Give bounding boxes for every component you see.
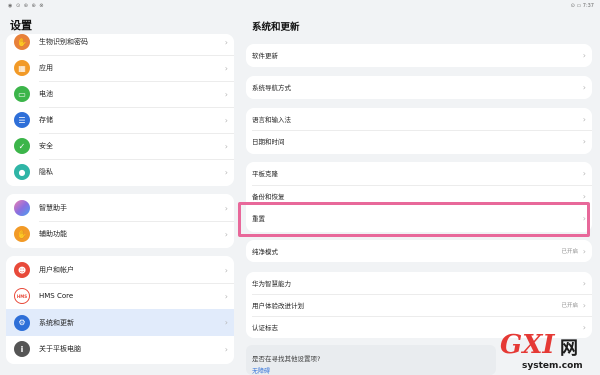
item-label: 华为智慧能力 [252, 280, 291, 288]
item-label: 语言和输入法 [252, 116, 291, 124]
language-input-item[interactable]: 语言和输入法 › [246, 109, 592, 129]
sidebar-item-label: 安全 [39, 142, 53, 151]
item-label: 备份和恢复 [252, 193, 285, 201]
sidebar-item-label: 存储 [39, 116, 53, 125]
chevron-right-icon: › [582, 82, 586, 92]
assistant-icon [14, 200, 30, 217]
status-text: 已开启 [561, 303, 578, 309]
sidebar-item-assistant[interactable]: 智慧助手 › [6, 195, 234, 222]
sidebar-item-system-update[interactable]: ⚙ 系统和更新 › [6, 309, 234, 336]
looking-for-more-card: 是否在寻找其他设置项? 无障碍 [246, 345, 496, 375]
sidebar-item-users[interactable]: ☻ 用户和帐户 › [6, 257, 234, 284]
chevron-right-icon: › [224, 167, 228, 177]
item-label: 系统导航方式 [252, 84, 291, 92]
item-label: 认证标志 [252, 324, 278, 332]
chevron-right-icon: › [582, 168, 586, 178]
battery-icon: ▭ [14, 86, 30, 103]
sidebar-item-accessibility[interactable]: ✋ 辅助功能 › [6, 221, 234, 248]
chevron-right-icon: › [582, 278, 586, 288]
system-navigation-item[interactable]: 系统导航方式 › [246, 77, 592, 97]
sidebar-item-battery[interactable]: ▭ 电池 › [6, 81, 234, 108]
date-time-item[interactable]: 日期和时间 › [246, 131, 592, 151]
storage-icon: ☰ [14, 112, 30, 129]
chevron-right-icon: › [224, 344, 228, 354]
sidebar-item-apps[interactable]: ▦ 应用 › [6, 55, 234, 82]
sidebar-item-security[interactable]: ✓ 安全 › [6, 133, 234, 160]
apps-icon: ▦ [14, 60, 30, 77]
chevron-right-icon: › [224, 318, 228, 327]
sidebar-item-label: 关于平板电脑 [39, 345, 81, 354]
item-label: 用户体验改进计划 [252, 302, 304, 310]
settings-title: 设置 [10, 19, 32, 32]
sidebar-item-privacy[interactable]: ● 隐私 › [6, 159, 234, 186]
sidebar-item-about[interactable]: i 关于平板电脑 › [6, 336, 234, 363]
sidebar-item-label: 辅助功能 [39, 230, 67, 239]
watermark-domain: system.com [522, 361, 583, 371]
chevron-right-icon: › [224, 89, 228, 99]
status-icons: ◉ ⊙ ⊛ ⊕ ⊗ [8, 3, 45, 9]
sidebar-item-storage[interactable]: ☰ 存储 › [6, 107, 234, 134]
accessibility-link[interactable]: 无障碍 [252, 366, 270, 375]
reset-highlight [238, 202, 590, 237]
right-group-6: 华为智慧能力 › 用户体验改进计划 已开启 › 认证标志 › [246, 272, 592, 338]
item-label: 软件更新 [252, 52, 278, 60]
sidebar-item-label: HMS Core [39, 292, 74, 301]
software-update-item[interactable]: 软件更新 › [246, 45, 592, 65]
gear-icon: ⚙ [14, 314, 30, 331]
chevron-right-icon: › [224, 229, 228, 239]
info-icon: i [14, 341, 30, 358]
chevron-right-icon: › [224, 291, 228, 301]
left-group-2: 智慧助手 › ✋ 辅助功能 › [6, 194, 234, 248]
watermark-char: 网 [560, 338, 578, 359]
sidebar-item-label: 生物识别和密码 [39, 38, 88, 47]
status-bar: ◉ ⊙ ⊛ ⊕ ⊗ ⊙ ▭ 7:37 [0, 0, 600, 12]
sidebar-item-label: 隐私 [39, 168, 53, 177]
right-group-3: 语言和输入法 › 日期和时间 › [246, 108, 592, 154]
item-label: 日期和时间 [252, 138, 285, 146]
chevron-right-icon: › [582, 191, 586, 201]
sidebar-item-label: 系统和更新 [39, 318, 74, 327]
left-group-1: ✋ 生物识别和密码 › ▦ 应用 › ▭ 电池 › ☰ 存储 › ✓ 安全 › … [6, 34, 234, 186]
chevron-right-icon: › [224, 141, 228, 151]
privacy-icon: ● [14, 164, 30, 181]
chevron-right-icon: › [224, 115, 228, 125]
item-label: 纯净模式 [252, 248, 278, 256]
right-group-2: 系统导航方式 › [246, 76, 592, 99]
sidebar-item-label: 电池 [39, 90, 53, 99]
chevron-right-icon: › [224, 63, 228, 73]
fingerprint-icon: ✋ [14, 34, 30, 51]
chevron-right-icon: › [582, 300, 586, 310]
status-clock: ⊙ ▭ 7:37 [570, 3, 594, 9]
accessibility-icon: ✋ [14, 226, 30, 243]
right-group-5: 纯净模式 已开启 › [246, 240, 592, 262]
pure-mode-item[interactable]: 纯净模式 已开启 › [246, 241, 592, 261]
site-watermark: GXI 网 system.com [498, 330, 600, 375]
watermark-logo: GXI [500, 330, 555, 360]
left-group-3: ☻ 用户和帐户 › HMS HMS Core › ⚙ 系统和更新 › i 关于平… [6, 256, 234, 364]
sidebar-item-hms-core[interactable]: HMS HMS Core › [6, 283, 234, 310]
sidebar-item-label: 智慧助手 [39, 204, 67, 213]
looking-for-more-question: 是否在寻找其他设置项? [252, 355, 321, 363]
user-icon: ☻ [14, 262, 30, 279]
chevron-right-icon: › [582, 50, 586, 60]
sidebar-item-label: 应用 [39, 64, 53, 73]
huawei-smart-item[interactable]: 华为智慧能力 › [246, 273, 592, 293]
hms-core-icon: HMS [14, 288, 30, 305]
chevron-right-icon: › [224, 265, 228, 275]
page-title: 系统和更新 [252, 22, 300, 33]
item-label: 平板克隆 [252, 170, 278, 178]
right-group-1: 软件更新 › [246, 44, 592, 67]
sidebar-item-biometrics[interactable]: ✋ 生物识别和密码 › [6, 34, 234, 56]
user-experience-item[interactable]: 用户体验改进计划 已开启 › [246, 295, 592, 315]
tablet-clone-item[interactable]: 平板克隆 › [246, 163, 592, 183]
chevron-right-icon: › [224, 37, 228, 47]
chevron-right-icon: › [582, 114, 586, 124]
shield-icon: ✓ [14, 138, 30, 155]
status-text: 已开启 [561, 249, 578, 255]
chevron-right-icon: › [582, 246, 586, 256]
chevron-right-icon: › [224, 203, 228, 213]
chevron-right-icon: › [582, 136, 586, 146]
sidebar-item-label: 用户和帐户 [39, 266, 74, 275]
